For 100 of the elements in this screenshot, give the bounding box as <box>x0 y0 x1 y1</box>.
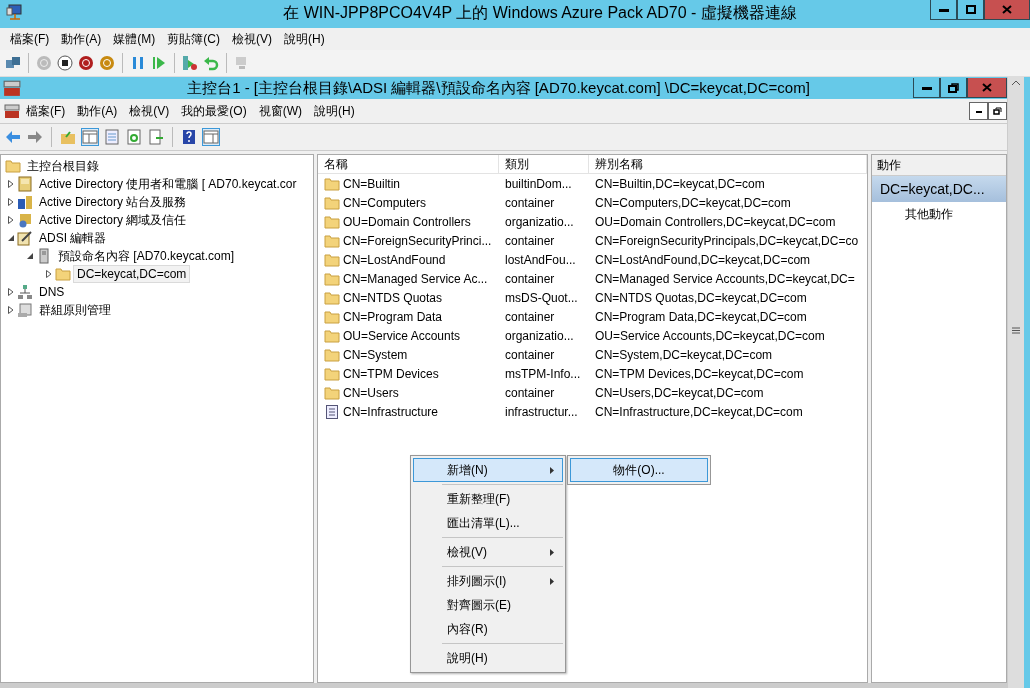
menu-item[interactable]: 內容(R) <box>413 617 563 641</box>
menu-item[interactable]: 動作(A) <box>71 102 124 120</box>
table-cell[interactable]: CN=NTDS Quotas <box>343 290 443 305</box>
forward-arrow-icon[interactable] <box>27 129 43 145</box>
folder-icon <box>324 194 340 211</box>
menu-item[interactable]: 說明(H) <box>278 30 331 48</box>
table-cell[interactable]: CN=ForeignSecurityPrinci... <box>343 233 492 248</box>
minimize-button[interactable] <box>913 78 940 98</box>
expand-arrow-icon[interactable] <box>45 270 53 278</box>
buildings-icon <box>17 194 33 210</box>
table-cell[interactable]: CN=TPM Devices <box>343 366 439 381</box>
table-cell: container <box>505 195 555 210</box>
table-cell[interactable]: CN=System <box>343 347 408 362</box>
tree-item[interactable]: DC=keycat,DC=com <box>73 265 191 283</box>
menu-item[interactable]: 檔案(F) <box>4 30 56 48</box>
toolbox-icon <box>4 103 20 119</box>
table-cell[interactable]: OU=Service Accounts <box>343 328 461 343</box>
minimize-button[interactable] <box>969 102 988 120</box>
table-cell[interactable]: CN=Infrastructure <box>343 404 439 419</box>
table-cell[interactable]: CN=Program Data <box>343 309 443 324</box>
folder-icon <box>324 384 340 401</box>
table-cell: msDS-Quot... <box>505 290 578 305</box>
notepad-pencil-icon <box>17 230 33 246</box>
scroll-up-icon[interactable] <box>1011 79 1021 87</box>
book-icon <box>17 176 33 192</box>
console-tree-icon[interactable] <box>82 129 98 145</box>
table-cell[interactable]: CN=Users <box>343 385 399 400</box>
document-icon <box>324 403 340 420</box>
menu-item[interactable]: 檢視(V) <box>123 102 176 120</box>
tree-item[interactable]: 群組原則管理 <box>35 299 115 321</box>
menu-item[interactable]: 排列圖示(I) <box>413 569 563 593</box>
action-pane-icon[interactable] <box>203 129 219 145</box>
menu-item[interactable]: 檔案(F) <box>20 102 72 120</box>
expand-arrow-icon[interactable] <box>7 306 15 314</box>
restore-button[interactable] <box>940 78 967 98</box>
restore-button[interactable] <box>988 102 1007 120</box>
table-cell: CN=NTDS Quotas,DC=keycat,DC=com <box>595 290 807 305</box>
menu-item[interactable]: 匯出清單(L)... <box>413 511 563 535</box>
refresh-icon[interactable] <box>126 129 142 145</box>
table-cell[interactable]: OU=Domain Controllers <box>343 214 471 229</box>
folder-icon <box>324 346 340 363</box>
table-cell[interactable]: CN=Computers <box>343 195 427 210</box>
action-link[interactable]: 其他動作 <box>905 207 953 221</box>
pause-icon[interactable] <box>130 55 146 71</box>
restore-icon <box>948 82 959 93</box>
back-arrow-icon[interactable] <box>5 129 21 145</box>
column-header[interactable]: 辨別名稱 <box>589 155 867 174</box>
table-cell: CN=Managed Service Accounts,DC=keycat,DC= <box>595 271 855 286</box>
menu-item[interactable]: 媒體(M) <box>107 30 162 48</box>
folder-icon <box>324 270 340 287</box>
menu-item[interactable]: 物件(O)... <box>570 458 708 482</box>
menu-item[interactable]: 視窗(W) <box>252 102 308 120</box>
table-cell[interactable]: CN=Managed Service Ac... <box>343 271 488 286</box>
menu-item[interactable]: 新增(N) <box>413 458 563 482</box>
minimize-button[interactable] <box>930 0 957 20</box>
help-icon[interactable] <box>181 129 197 145</box>
vertical-scrollbar[interactable] <box>1007 77 1024 688</box>
table-cell: CN=Computers,DC=keycat,DC=com <box>595 195 791 210</box>
menu-item[interactable]: 對齊圖示(E) <box>413 593 563 617</box>
table-cell: container <box>505 271 555 286</box>
table-cell: CN=TPM Devices,DC=keycat,DC=com <box>595 366 804 381</box>
export-list-icon[interactable] <box>148 129 164 145</box>
table-cell: CN=Users,DC=keycat,DC=com <box>595 385 764 400</box>
table-cell: container <box>505 385 555 400</box>
expand-arrow-icon[interactable] <box>7 288 15 296</box>
table-cell[interactable]: CN=LostAndFound <box>343 252 446 267</box>
table-cell: organizatio... <box>505 214 574 229</box>
folder-icon <box>324 289 340 306</box>
close-button[interactable] <box>984 0 1030 20</box>
menu-item[interactable]: 重新整理(F) <box>413 487 563 511</box>
tree-item[interactable]: DNS <box>35 283 69 301</box>
computer-icon <box>6 4 24 22</box>
table-cell[interactable]: CN=Builtin <box>343 176 401 191</box>
menu-item[interactable]: 我的最愛(O) <box>175 102 253 120</box>
table-cell: CN=ForeignSecurityPrincipals,DC=keycat,DC=co <box>595 233 859 248</box>
folder-icon <box>5 158 21 174</box>
menu-item[interactable]: 說明(H) <box>413 646 563 670</box>
maximize-button[interactable] <box>957 0 984 20</box>
actions-section-header[interactable]: DC=keycat,DC... <box>872 176 1006 202</box>
folder-up-icon[interactable] <box>60 129 76 145</box>
menu-item[interactable]: 檢視(V) <box>226 30 278 48</box>
column-header[interactable]: 類別 <box>499 155 589 174</box>
grip-icon <box>1012 327 1020 334</box>
column-header[interactable]: 名稱 <box>318 155 499 174</box>
collapse-arrow-icon[interactable] <box>26 252 34 260</box>
expand-arrow-icon[interactable] <box>7 180 15 188</box>
collapse-arrow-icon[interactable] <box>7 234 15 242</box>
menu-item[interactable]: 剪貼簿(C) <box>161 30 226 48</box>
menu-item[interactable]: 動作(A) <box>55 30 108 48</box>
menu-item[interactable]: 檢視(V) <box>413 540 563 564</box>
stop-icon[interactable] <box>57 55 73 71</box>
table-cell: organizatio... <box>505 328 574 343</box>
menu-item[interactable]: 說明(H) <box>308 102 361 120</box>
server-icon <box>36 248 52 264</box>
network-icon <box>17 284 33 300</box>
horizontal-scrollbar[interactable] <box>0 683 1007 688</box>
console-title: 主控台1 - [主控台根目錄\ADSI 編輯器\預設命名內容 [AD70.keycat.com] \DC=keycat,DC=com] <box>186 78 811 98</box>
expand-arrow-icon[interactable] <box>7 216 15 224</box>
expand-arrow-icon[interactable] <box>7 198 15 206</box>
close-button[interactable] <box>967 78 1007 98</box>
